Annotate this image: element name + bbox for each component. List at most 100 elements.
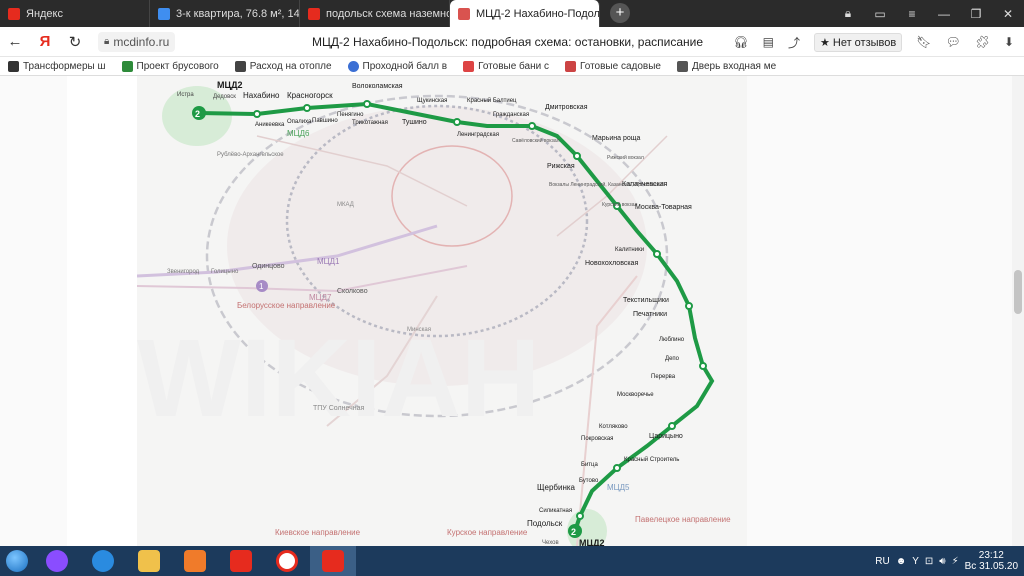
label-mkad: МКАД [337,202,354,208]
station-shchukinskaya: Щукинская [417,98,447,104]
label-rublevo: Рублёво-Архангельское [217,152,284,158]
door-icon [676,60,688,72]
browser-tab-bar: Яндекс 3-к квартира, 76.8 м², 14/ подоль… [0,0,1024,27]
svg-text:WIKIAH: WIKIAH [137,317,540,440]
station-novokhokhlovskaya: Новохохловская [585,260,638,267]
language-indicator[interactable]: RU [875,556,889,567]
close-window-icon[interactable]: ✕ [992,7,1024,21]
tab-podolsk-search[interactable]: подольск схема наземно [300,0,450,27]
mcd2-route-map[interactable]: WIKIAH 2 2 1 МЦД2 Нахабино Аникеевка Опа… [137,76,747,546]
alice-icon [46,550,68,572]
station-butovo: Бутово [579,478,599,484]
tab-mcd2[interactable]: МЦД-2 Нахабино-Подольс ✕ [450,0,600,27]
extension-icon[interactable]: 🧩︎ [975,35,990,49]
station-pokrovskaya: Покровская [581,436,613,442]
taskbar-yandex-1[interactable] [218,546,264,576]
dots-tab-icon [158,7,170,20]
menu-icon[interactable]: ≡ [896,7,928,21]
page-title: МЦД-2 Нахабино-Подольск: подробная схема… [312,35,704,49]
station-opalikha: Опалиха [287,119,312,125]
station-tsaritsyno: Царицыно [649,433,683,440]
url-field[interactable]: 🔒︎ mcdinfo.ru [98,31,176,52]
tray-app-icon[interactable]: ☻ [896,556,907,567]
taskbar-media[interactable] [172,546,218,576]
station-volokolamskaya: Волоколамская [352,83,403,90]
bookmark-door[interactable]: Дверь входная ме [669,60,784,72]
share-icon[interactable]: ⤴ [788,34,800,51]
scrollbar-thumb[interactable] [1014,270,1022,314]
taskbar-alice[interactable] [34,546,80,576]
lock-icon: 🔒︎ [104,36,110,47]
university-icon [347,60,359,72]
reader-icon[interactable]: ▤ [763,35,774,49]
tab-yandex[interactable]: Яндекс [0,0,150,27]
tab-apartment[interactable]: 3-к квартира, 76.8 м², 14/ [150,0,300,27]
tab-label: МЦД-2 Нахабино-Подольс [476,7,600,20]
yandex-tray-icon[interactable]: Y [912,556,919,567]
station-rizhskaya: Рижская [547,163,575,170]
station-penyagino: Пенягино [337,112,364,118]
taskbar-yandex-2[interactable] [264,546,310,576]
yandex-logo-icon[interactable]: Я [30,33,60,50]
bookmark-label: Расход на отопле [249,60,332,72]
station-grazhdanskaya: Гражданская [493,112,529,118]
restore-icon[interactable]: ❐ [960,7,992,21]
bookmark-label: Готовые садовые [579,60,661,72]
page-scrollbar[interactable] [1012,76,1024,546]
svg-text:2: 2 [195,109,200,119]
folder-icon [138,550,160,572]
station-shcherbinka: Щербинка [537,483,576,492]
station-kotlyakovo: Котляково [599,424,628,430]
label-odintsovo: Одинцово [252,263,285,270]
headphones-icon[interactable]: 🎧︎ [733,35,748,49]
yandex-tab-icon [8,7,20,20]
station-kalitniki: Калитники [615,247,644,253]
reload-icon[interactable]: ↻ [60,33,90,51]
clock[interactable]: 23:12 Вс 31.05.20 [965,550,1018,572]
label-zvenigorod: Звенигород [167,269,200,275]
bookmark-bani[interactable]: Готовые бани с [455,60,557,72]
bookmarks-icon[interactable]: ▭ [864,7,896,21]
bookmark-label: Проект брусового [136,60,219,72]
system-tray: RU ☻ Y ⊡ 🔊︎ ⚡︎ 23:12 Вс 31.05.20 [875,546,1024,576]
reviews-button[interactable]: ★ Нет отзывов [813,32,903,52]
url-text: mcdinfo.ru [113,34,170,49]
bookmark-label: Трансформеры ш [23,60,106,72]
download-icon[interactable]: ⬇ [1004,35,1014,49]
bookmark-icon[interactable]: 🔖︎ [916,35,931,49]
yandex-tab-icon [308,7,320,20]
label-three-stations: Вокзалы Ленинградский, Казанский, Яросла… [549,181,665,188]
bookmark-garden[interactable]: Готовые садовые [557,60,669,72]
label-kiev: Киевское направление [275,528,361,537]
leaf-icon [121,60,133,72]
chat-icon[interactable]: 💬︎ [945,35,960,49]
station-trikotazhnaya: Трикотажная [352,120,388,126]
volume-icon[interactable]: 🔊︎ [939,556,945,567]
minimize-icon[interactable]: — [928,7,960,21]
label-tpu-solnechnaya: ТПУ Солнечная [313,405,365,412]
label-savelovsky-station: Савёловский вокзал [512,137,560,144]
back-icon[interactable]: ← [0,33,30,50]
bookmark-transformers[interactable]: Трансформеры ш [0,60,114,72]
taskbar-ie[interactable] [80,546,126,576]
label-golitsyno: Голицыно [211,269,239,275]
new-tab-button[interactable]: + [610,3,630,23]
start-button[interactable] [0,546,34,576]
station-moskvorechye: Москворечье [617,392,654,398]
label-skolkovo: Сколково [337,288,368,295]
mcd-tab-icon [458,7,470,20]
bookmark-score[interactable]: Проходной балл в [340,60,456,72]
bookmark-brus[interactable]: Проект брусового [114,60,227,72]
letter-a-icon [234,60,246,72]
station-marina-roshcha: Марьина роща [592,135,641,142]
station-bitsa: Битца [581,462,598,468]
power-icon[interactable]: ⚡︎ [952,556,959,567]
clock-time: 23:12 [978,550,1004,561]
tab-label: подольск схема наземно [326,7,450,20]
lock-icon[interactable]: 🔒︎ [832,6,864,21]
taskbar-yandex-browser[interactable] [310,546,356,576]
network-icon[interactable]: ⊡ [925,556,933,567]
bookmark-heating[interactable]: Расход на отопле [227,60,340,72]
article-column: WIKIAH 2 2 1 МЦД2 Нахабино Аникеевка Опа… [67,76,747,546]
taskbar-explorer[interactable] [126,546,172,576]
